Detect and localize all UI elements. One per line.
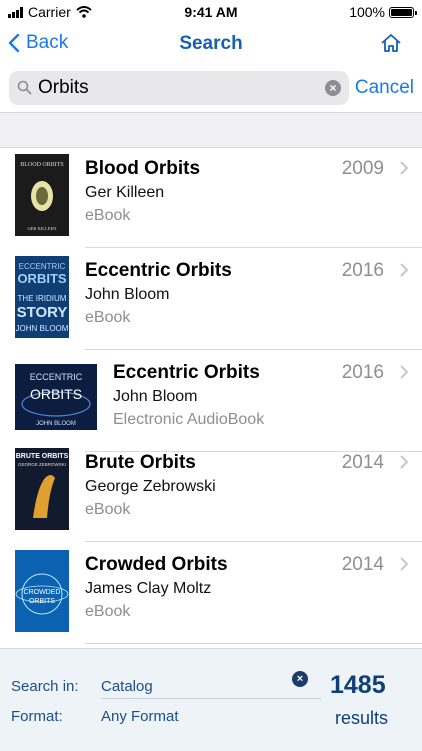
search-in-selector[interactable]: Catalog xyxy=(101,678,153,695)
book-cover: ECCENTRIC ORBITS JOHN BLOOM xyxy=(15,364,97,430)
cover-subtitle-line: THE IRIDIUM xyxy=(18,294,67,303)
filter-divider xyxy=(101,698,321,699)
result-row[interactable]: ECCENTRIC ORBITS JOHN BLOOM Eccentric Or… xyxy=(0,350,422,452)
search-filter-footer: Search in: Catalog Format: Any Format × … xyxy=(0,648,422,751)
cover-title-line: ECCENTRIC xyxy=(30,372,83,382)
cover-title-line: ECCENTRIC xyxy=(19,262,66,271)
book-year: 2016 xyxy=(341,260,384,281)
chevron-right-icon xyxy=(400,263,408,277)
book-year: 2016 xyxy=(341,362,384,383)
search-bar: Orbits × Cancel xyxy=(0,64,422,112)
book-author: George Zebrowski xyxy=(85,478,216,495)
chevron-right-icon xyxy=(400,455,408,469)
result-count-label: results xyxy=(335,708,389,728)
cover-subtitle-line: STORY xyxy=(17,304,68,321)
cover-title: BRUTE ORBITS xyxy=(16,453,69,460)
format-selector[interactable]: Any Format xyxy=(101,708,179,725)
book-format: eBook xyxy=(85,309,131,326)
format-label: Format: xyxy=(11,708,63,725)
search-query: Orbits xyxy=(38,77,89,98)
row-divider xyxy=(85,643,422,644)
book-author: John Bloom xyxy=(113,388,198,405)
book-author: James Clay Moltz xyxy=(85,580,212,597)
chevron-right-icon xyxy=(400,365,408,379)
cover-title: BLOOD ORBITS xyxy=(20,162,64,168)
book-cover: CROWDED ORBITS xyxy=(15,550,69,632)
clear-filter-icon[interactable]: × xyxy=(292,671,308,687)
battery-percent: 100% xyxy=(349,4,385,20)
book-format: eBook xyxy=(85,501,131,518)
page-title: Search xyxy=(179,33,243,54)
book-year: 2014 xyxy=(341,452,384,473)
clear-search-icon[interactable]: × xyxy=(325,80,341,96)
chevron-right-icon xyxy=(400,557,408,571)
book-title: Eccentric Orbits xyxy=(113,362,260,383)
search-input[interactable]: Orbits × xyxy=(9,71,349,105)
result-count: 1485 xyxy=(330,671,386,699)
result-row[interactable]: BLOOD ORBITS GER KILLEEN Blood Orbits Ge… xyxy=(0,146,422,248)
result-row[interactable]: CROWDED ORBITS Crowded Orbits James Clay… xyxy=(0,542,422,644)
book-cover: ECCENTRIC ORBITS THE IRIDIUM STORY JOHN … xyxy=(15,256,69,338)
book-cover: BLOOD ORBITS GER KILLEEN xyxy=(15,154,69,236)
chevron-right-icon xyxy=(400,161,408,175)
battery-icon xyxy=(389,6,417,18)
book-title: Eccentric Orbits xyxy=(85,260,232,281)
book-format: Electronic AudioBook xyxy=(113,411,265,428)
book-author: John Bloom xyxy=(85,286,170,303)
status-bar: Carrier 9:41 AM 100% xyxy=(0,0,422,24)
cover-title-line: ORBITS xyxy=(17,271,66,286)
cover-author: GEORGE ZEBROWSKI xyxy=(18,462,66,467)
book-format: eBook xyxy=(85,207,131,224)
cover-title-line: ORBITS xyxy=(29,598,55,605)
book-title: Brute Orbits xyxy=(85,452,196,473)
cover-title-line: ORBITS xyxy=(30,386,82,402)
book-format: eBook xyxy=(85,603,131,620)
book-year: 2014 xyxy=(341,554,384,575)
cover-author: GER KILLEEN xyxy=(27,226,57,231)
book-year: 2009 xyxy=(341,158,384,179)
book-author: Ger Killeen xyxy=(85,184,165,201)
result-row[interactable]: ECCENTRIC ORBITS THE IRIDIUM STORY JOHN … xyxy=(0,248,422,350)
book-title: Blood Orbits xyxy=(85,158,201,179)
book-cover: BRUTE ORBITS GEORGE ZEBROWSKI xyxy=(15,448,69,530)
section-spacer xyxy=(0,112,422,148)
cover-author: JOHN BLOOM xyxy=(36,421,76,427)
cancel-button[interactable]: Cancel xyxy=(355,77,414,99)
home-icon[interactable] xyxy=(380,32,402,54)
cover-emblem-core xyxy=(36,187,48,205)
search-in-label: Search in: xyxy=(11,678,79,695)
nav-bar: Back Search xyxy=(0,24,422,64)
cover-title-line: CROWDED xyxy=(24,589,61,596)
book-title: Crowded Orbits xyxy=(85,554,228,575)
result-row[interactable]: BRUTE ORBITS GEORGE ZEBROWSKI Brute Orbi… xyxy=(0,440,422,542)
cover-author: JOHN BLOOM xyxy=(16,324,69,333)
search-icon xyxy=(17,80,32,95)
